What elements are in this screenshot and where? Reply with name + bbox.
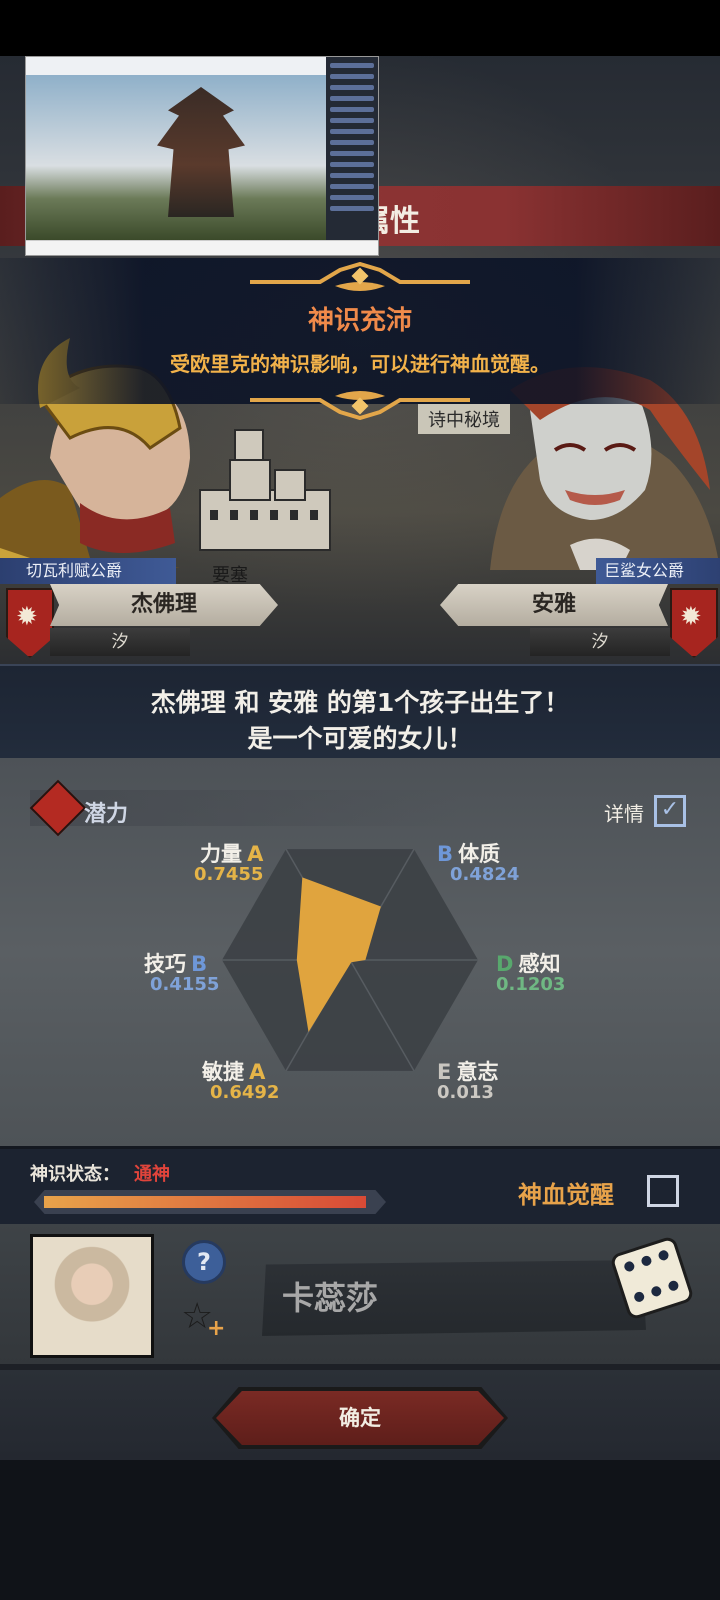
stat-grade: A: [247, 842, 264, 866]
status-progress-fill: [44, 1196, 366, 1208]
stat-value: 0.4824: [450, 864, 520, 885]
screen-share-overlay: [25, 56, 379, 256]
birth-message-line1: 杰佛理 和 安雅 的第1个孩子出生了！: [150, 688, 570, 717]
baby-avatar: [30, 1234, 154, 1358]
plus-icon: +: [207, 1316, 226, 1341]
left-parent-title: 切瓦利赋公爵: [0, 558, 176, 584]
right-parent-name[interactable]: 安雅: [440, 584, 668, 626]
announcement-title: 神识充沛: [307, 306, 412, 336]
right-parent-title: 巨鲨女公爵: [596, 558, 720, 584]
status-bar-top: [0, 0, 720, 56]
stat-name: 体质: [458, 842, 501, 866]
ornament-top-icon: [250, 262, 470, 291]
stat-grade: D: [496, 952, 514, 976]
potential-label: 潜力: [84, 802, 129, 827]
right-parent-subtitle: 汐: [530, 628, 670, 656]
left-parent-subtitle: 汐: [50, 628, 190, 656]
confirm-button[interactable]: 确定: [216, 1391, 504, 1445]
map-location-label[interactable]: 诗中秘境: [418, 404, 510, 434]
map-castle-label: 要塞: [212, 565, 248, 586]
help-icon[interactable]: ?: [182, 1240, 226, 1284]
stat-grade: A: [249, 1060, 266, 1084]
stat-grade: B: [437, 842, 454, 866]
stat-value: 0.7455: [194, 864, 264, 885]
bottom-bar: [0, 1460, 720, 1600]
stat-grade: B: [191, 952, 208, 976]
stat-value: 0.1203: [496, 974, 566, 995]
stat-name: 敏捷: [202, 1060, 244, 1084]
detail-checkbox[interactable]: ✓: [654, 795, 686, 827]
stat-value: 0.013: [437, 1082, 494, 1103]
status-value: 通神: [134, 1164, 170, 1185]
stat-value: 0.4155: [150, 974, 220, 995]
child-name-input[interactable]: 卡蕊莎: [262, 1260, 646, 1336]
stat-name: 力量: [200, 842, 242, 866]
awaken-label[interactable]: 神血觉醒: [518, 1175, 614, 1210]
stat-grade: E: [437, 1060, 452, 1084]
status-label: 神识状态：: [30, 1164, 120, 1185]
announcement-description: 受欧里克的神识影响，可以进行神血觉醒。: [170, 352, 550, 376]
browser-toolbar: [26, 57, 326, 76]
chat-panel: [326, 57, 378, 255]
birth-message-line2: 是一个可爱的女儿！: [247, 724, 473, 753]
stat-name: 感知: [518, 952, 561, 976]
awaken-checkbox[interactable]: [647, 1175, 679, 1207]
taskbar: [26, 240, 378, 255]
detail-label[interactable]: 详情: [604, 798, 644, 827]
stat-name: 意志: [456, 1060, 499, 1084]
stat-name: 技巧: [144, 952, 186, 976]
stat-value: 0.6492: [210, 1082, 280, 1103]
left-parent-name[interactable]: 杰佛理: [50, 584, 278, 626]
